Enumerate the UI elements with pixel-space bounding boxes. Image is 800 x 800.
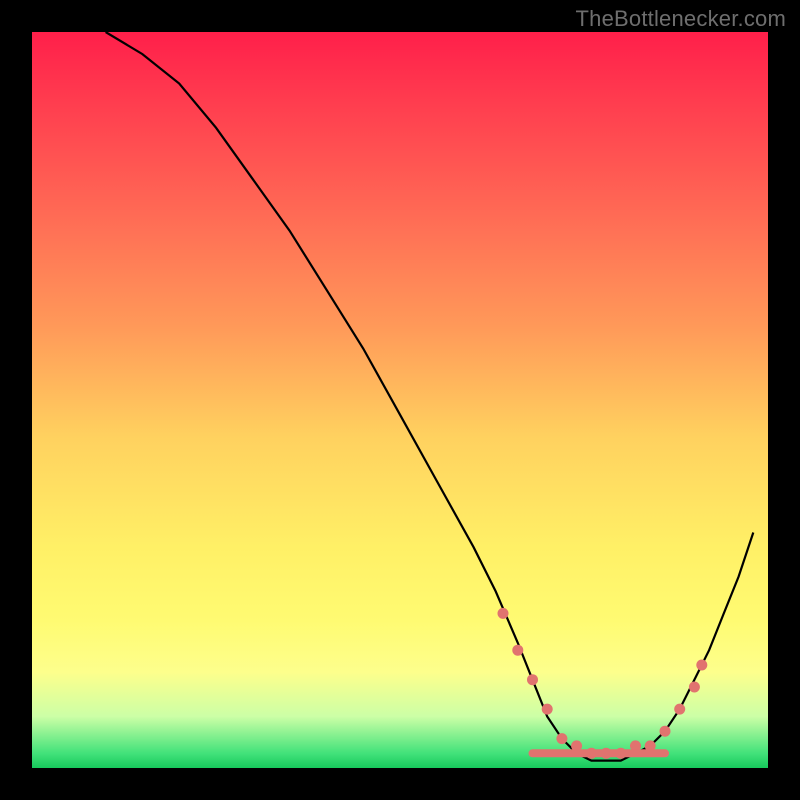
marker-dot (674, 704, 685, 715)
chart-svg (32, 32, 768, 768)
marker-dot (542, 704, 553, 715)
plot-area (32, 32, 768, 768)
marker-dot (689, 682, 700, 693)
chart-frame: TheBottlenecker.com (0, 0, 800, 800)
marker-dot (660, 726, 671, 737)
marker-dot (556, 733, 567, 744)
marker-group (498, 608, 708, 759)
marker-dot (512, 645, 523, 656)
marker-dot (498, 608, 509, 619)
marker-dot (696, 660, 707, 671)
marker-dot (527, 674, 538, 685)
bottleneck-curve (106, 32, 754, 761)
attribution-label: TheBottlenecker.com (576, 6, 786, 32)
